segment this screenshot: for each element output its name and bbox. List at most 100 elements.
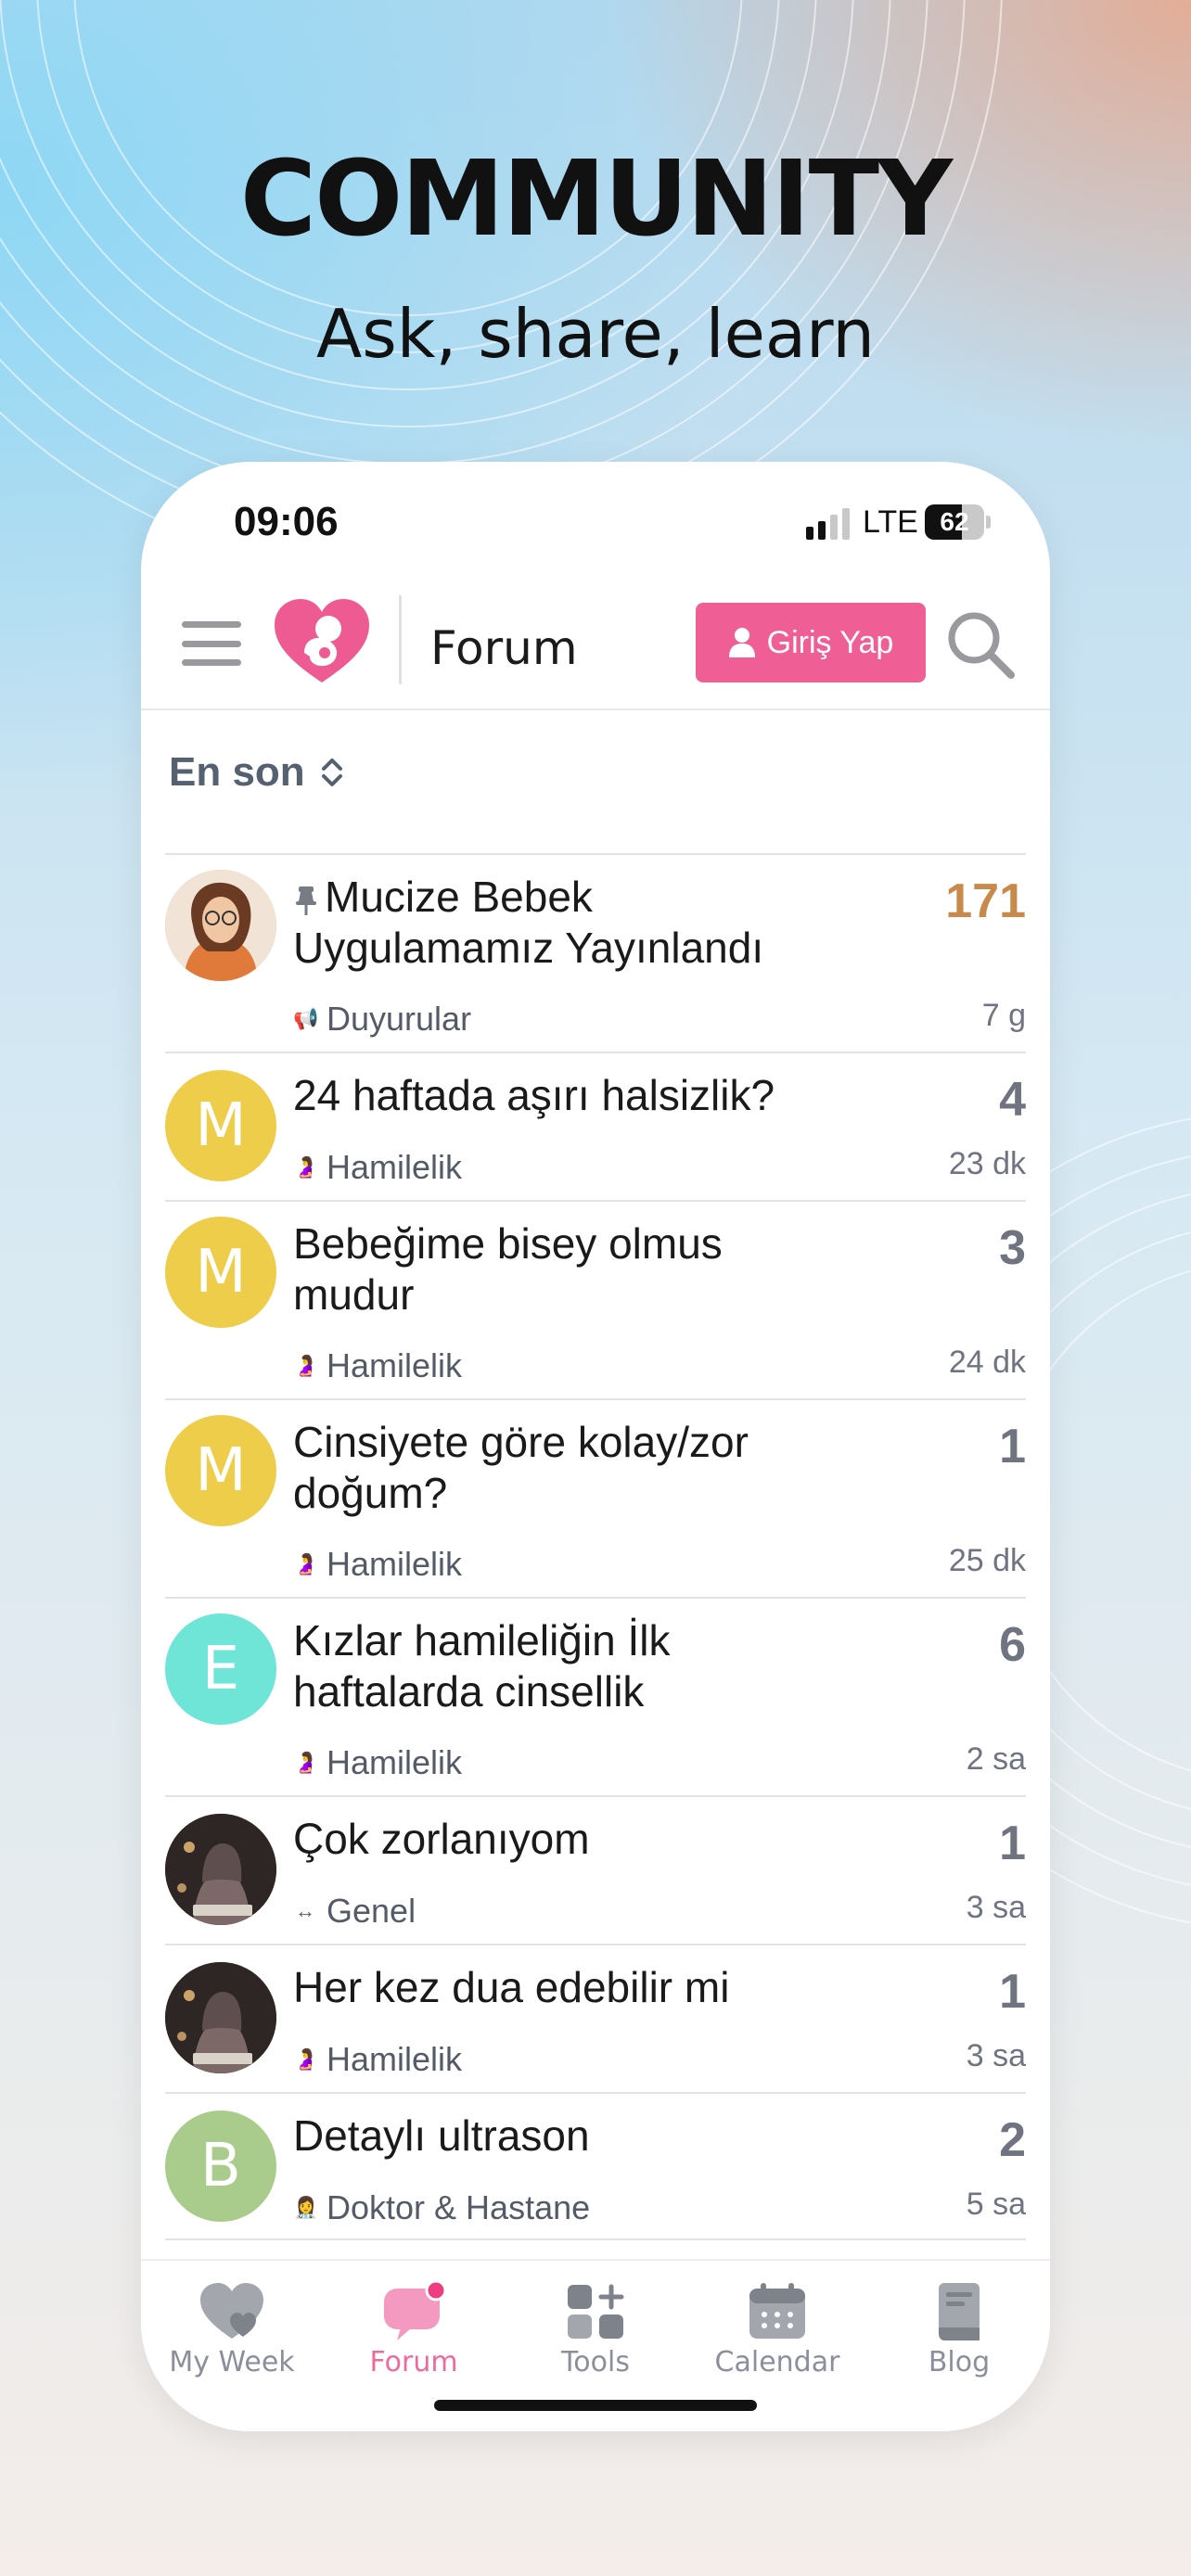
topic-row[interactable]: M Bebeğime bisey olmus mudur 🤰 Hamilelik 3 24… (165, 1200, 1026, 1398)
category-icon: 📢 (293, 1007, 319, 1030)
topic-title[interactable]: Mucize Bebek Uygulamamız Yayınlandı (293, 872, 850, 974)
calendar-icon (749, 2283, 805, 2339)
topic-age: 23 dk (948, 1146, 1026, 1181)
tab-blog[interactable]: Blog (868, 2281, 1050, 2378)
login-button[interactable]: Giriş Yap (696, 603, 926, 682)
home-indicator (434, 2400, 757, 2411)
tab-label: My Week (169, 2346, 295, 2378)
topic-title[interactable]: 24 haftada aşırı halsizlik? (293, 1070, 850, 1121)
sort-label: En son (169, 749, 305, 795)
heart-baby-logo[interactable] (273, 597, 371, 690)
topic-row[interactable]: Çok zorlanıyom ↔ Genel 1 3 sa (165, 1795, 1026, 1944)
topic-age: 3 sa (966, 1890, 1026, 1925)
avatar[interactable]: M (165, 1070, 276, 1181)
search-icon[interactable] (944, 608, 1017, 681)
tab-calendar[interactable]: Calendar (686, 2281, 868, 2378)
category-label: Doktor & Hastane (327, 2188, 591, 2226)
tab-label: Tools (561, 2346, 630, 2378)
topic-age: 24 dk (948, 1345, 1026, 1380)
avatar[interactable]: E (165, 1613, 276, 1725)
category-label: Hamilelik (327, 1743, 463, 1781)
category-badge[interactable]: 👩‍⚕️ Doktor & Hastane (293, 2188, 590, 2227)
topic-row[interactable]: E Kızlar hamileliğin İlk haftalarda cinse… (165, 1597, 1026, 1795)
topic-age: 25 dk (948, 1543, 1026, 1578)
category-badge[interactable]: 📢 Duyurular (293, 1000, 471, 1039)
topic-title[interactable]: Kızlar hamileliğin İlk haftalarda cinsel… (293, 1615, 850, 1717)
battery-icon: 62 (925, 504, 984, 540)
topic-title-text: Cinsiyete göre kolay/zor doğum? (293, 1418, 749, 1517)
topic-title-text: 24 haftada aşırı halsizlik? (293, 1071, 775, 1119)
category-icon: 🤰 (293, 1751, 319, 1774)
category-badge[interactable]: 🤰 Hamilelik (293, 2040, 462, 2079)
network-type: LTE (863, 504, 918, 540)
hamburger-menu-icon[interactable] (182, 618, 241, 670)
signal-bar (818, 521, 826, 540)
category-badge[interactable]: 🤰 Hamilelik (293, 1346, 462, 1385)
reply-count: 1 (999, 1817, 1026, 1870)
topic-title[interactable]: Bebeğime bisey olmus mudur (293, 1218, 850, 1320)
tab-tools[interactable]: Tools (505, 2281, 686, 2378)
topic-list: Mucize Bebek Uygulamamız Yayınlandı 📢 Duyu… (165, 853, 1026, 2240)
topic-row[interactable]: Mucize Bebek Uygulamamız Yayınlandı 📢 Duyu… (165, 853, 1026, 1052)
topic-title-text: Detaylı ultrason (293, 2111, 590, 2160)
avatar-photo (165, 1814, 276, 1925)
topic-row[interactable]: M Cinsiyete göre kolay/zor doğum? 🤰 Hamilel… (165, 1398, 1026, 1597)
category-badge[interactable]: ↔ Genel (293, 1892, 416, 1931)
topic-row[interactable]: Her kez dua edebilir mi 🤰 Hamilelik 1 3 sa (165, 1944, 1026, 2092)
topic-age: 3 sa (966, 2038, 1026, 2073)
signal-bar (806, 527, 813, 540)
category-badge[interactable]: 🤰 Hamilelik (293, 1148, 462, 1187)
topic-title[interactable]: Çok zorlanıyom (293, 1814, 850, 1865)
reply-count: 2 (999, 2113, 1026, 2167)
category-icon: 🤰 (293, 2047, 319, 2071)
category-label: Genel (327, 1892, 416, 1930)
category-label: Hamilelik (327, 1545, 463, 1583)
signal-bar (830, 515, 838, 540)
avatar-photo (165, 870, 276, 981)
avatar[interactable]: M (165, 1217, 276, 1328)
topic-title-text: Kızlar hamileliğin İlk haftalarda cinsel… (293, 1616, 671, 1715)
pin-icon (296, 886, 316, 915)
topic-row[interactable]: M 24 haftada aşırı halsizlik? 🤰 Hamilelik 4 2… (165, 1052, 1026, 1200)
chat-bubble-icon (384, 2281, 447, 2340)
category-icon: 🤰 (293, 1552, 319, 1575)
reply-count: 1 (999, 1420, 1026, 1473)
topic-row[interactable]: B Detaylı ultrason 👩‍⚕️ Doktor & Hastane 2 5 … (165, 2092, 1026, 2240)
topic-title[interactable]: Detaylı ultrason (293, 2111, 850, 2162)
tab-label: Forum (369, 2346, 458, 2378)
avatar[interactable] (165, 870, 276, 981)
tab-my-week[interactable]: My Week (141, 2281, 323, 2378)
tab-label: Blog (928, 2346, 991, 2378)
battery-level: 62 (940, 507, 969, 536)
promo-headline: COMMUNITY (239, 139, 953, 260)
topic-title[interactable]: Cinsiyete göre kolay/zor doğum? (293, 1417, 850, 1519)
tab-forum[interactable]: Forum (323, 2281, 505, 2378)
avatar[interactable]: B (165, 2111, 276, 2222)
category-icon: 👩‍⚕️ (293, 2196, 319, 2219)
avatar[interactable] (165, 1962, 276, 2073)
signal-bar (842, 508, 850, 540)
avatar[interactable]: M (165, 1415, 276, 1526)
topic-title-text: Her kez dua edebilir mi (293, 1963, 730, 2011)
avatar[interactable] (165, 1814, 276, 1925)
category-badge[interactable]: 🤰 Hamilelik (293, 1545, 462, 1584)
app-bar: Forum Giriş Yap (141, 582, 1050, 710)
category-label: Hamilelik (327, 1346, 463, 1384)
reply-count: 1 (999, 1965, 1026, 2019)
sort-selector[interactable]: En son (169, 749, 346, 796)
heart-icon (200, 2283, 263, 2339)
category-badge[interactable]: 🤰 Hamilelik (293, 1743, 462, 1782)
topic-age: 5 sa (966, 2187, 1026, 2222)
category-label: Duyurular (327, 1000, 472, 1038)
avatar-letter: M (195, 1238, 247, 1307)
reply-count: 171 (945, 874, 1026, 928)
topic-title-text: Çok zorlanıyom (293, 1815, 590, 1863)
avatar-letter: E (201, 1635, 240, 1703)
topic-title[interactable]: Her kez dua edebilir mi (293, 1962, 850, 2013)
topic-age: 7 g (981, 998, 1026, 1033)
avatar-letter: M (195, 1436, 247, 1505)
topic-age: 2 sa (966, 1741, 1026, 1777)
tools-grid-icon (568, 2284, 624, 2339)
avatar-letter: B (200, 2132, 241, 2200)
category-icon: 🤰 (293, 1155, 319, 1179)
